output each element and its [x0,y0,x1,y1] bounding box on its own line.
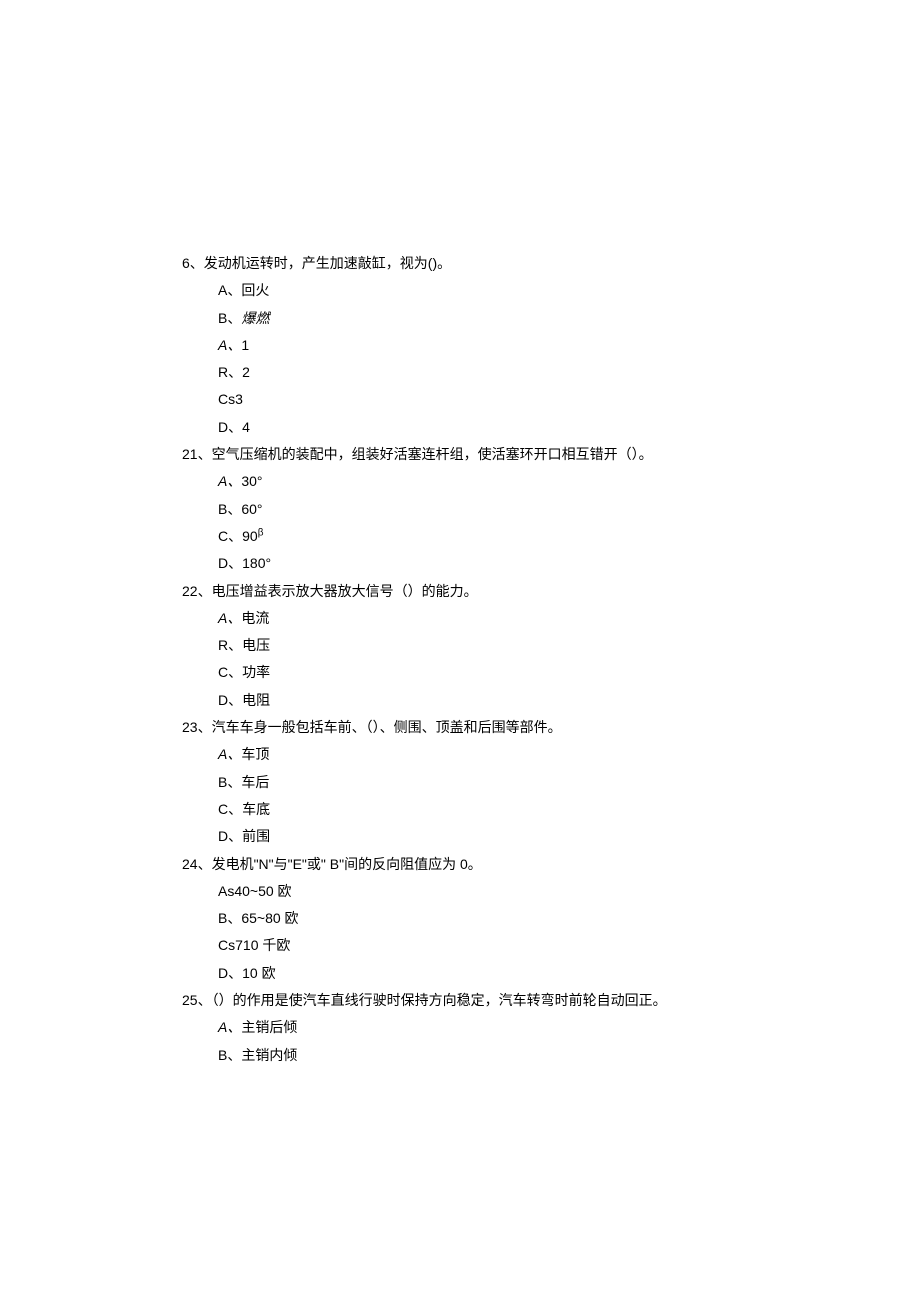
option-c: C、90β [182,523,740,550]
option-c: C、功率 [182,659,740,686]
option-a: A、回火 [182,277,740,304]
question-text: 22、电压增益表示放大器放大信号（）的能力。 [182,578,740,605]
option-b: B、爆燃 [182,305,740,332]
question-text: 6、发动机运转时，产生加速敲缸，视为()。 [182,250,740,277]
question-21: 21、空气压缩机的装配中，组装好活塞连杆组，使活塞环开口相互错开（）。 A、30… [182,441,740,577]
question-24: 24、发电机"N"与"E"或" B"间的反向阻值应为 0。 As40~50 欧 … [182,851,740,987]
option-d: D、电阻 [182,687,740,714]
document-content: 6、发动机运转时，产生加速敲缸，视为()。 A、回火 B、爆燃 A、1 R、2 … [182,250,740,1069]
option-as: As40~50 欧 [182,878,740,905]
question-text: 21、空气压缩机的装配中，组装好活塞连杆组，使活塞环开口相互错开（）。 [182,441,740,468]
question-text: 25、（）的作用是使汽车直线行驶时保持方向稳定，汽车转弯时前轮自动回正。 [182,987,740,1014]
option-a: A、主销后倾 [182,1014,740,1041]
option-b: B、65~80 欧 [182,905,740,932]
option-b: B、60° [182,496,740,523]
option-d: D、10 欧 [182,960,740,987]
option-a: A、电流 [182,605,740,632]
option-a2: A、1 [182,332,740,359]
question-text: 23、汽车车身一般包括车前、（）、侧围、顶盖和后围等部件。 [182,714,740,741]
option-b: B、主销内倾 [182,1042,740,1069]
option-b: B、车后 [182,769,740,796]
option-d: D、4 [182,414,740,441]
option-r: R、2 [182,359,740,386]
question-text: 24、发电机"N"与"E"或" B"间的反向阻值应为 0。 [182,851,740,878]
option-a: A、车顶 [182,741,740,768]
option-c: C、车底 [182,796,740,823]
question-22: 22、电压增益表示放大器放大信号（）的能力。 A、电流 R、电压 C、功率 D、… [182,578,740,714]
option-cs: Cs710 千欧 [182,932,740,959]
option-d: D、180° [182,550,740,577]
option-r: R、电压 [182,632,740,659]
option-cs: Cs3 [182,386,740,413]
question-25: 25、（）的作用是使汽车直线行驶时保持方向稳定，汽车转弯时前轮自动回正。 A、主… [182,987,740,1069]
option-d: D、前围 [182,823,740,850]
option-a: A、30° [182,468,740,495]
question-23: 23、汽车车身一般包括车前、（）、侧围、顶盖和后围等部件。 A、车顶 B、车后 … [182,714,740,850]
question-6: 6、发动机运转时，产生加速敲缸，视为()。 A、回火 B、爆燃 A、1 R、2 … [182,250,740,441]
